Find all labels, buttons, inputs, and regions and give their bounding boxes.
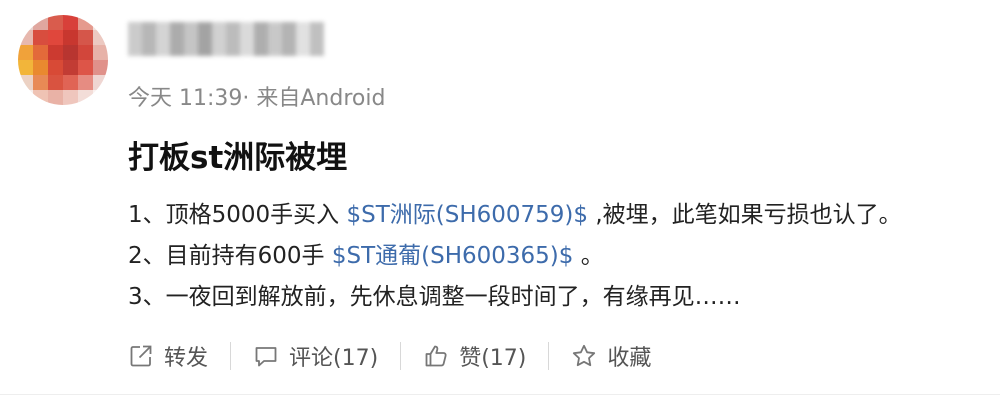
line-text: 3、一夜回到解放前，先休息调整一段时间了，有缘再见……	[128, 284, 741, 310]
thumbs-up-icon	[425, 345, 447, 367]
action-bar: 转发 评论(17) 赞(17) 收藏	[128, 336, 651, 376]
repost-label: 转发	[164, 346, 209, 371]
comment-icon	[255, 347, 277, 367]
divider	[548, 342, 550, 370]
favorite-button[interactable]: 收藏	[571, 340, 651, 372]
line-text: 1、顶格5000手买入	[128, 202, 347, 228]
divider	[230, 342, 232, 370]
line-text: 2、目前持有600手	[128, 243, 332, 269]
divider	[0, 394, 1000, 395]
post-line-3: 3、一夜回到解放前，先休息调整一段时间了，有缘再见……	[128, 277, 988, 318]
comment-button[interactable]: 评论(17)	[253, 340, 378, 372]
favorite-label: 收藏	[607, 346, 652, 371]
username-blurred[interactable]	[128, 22, 324, 56]
line-text: 。	[573, 243, 604, 269]
post-body: 1、顶格5000手买入 $ST洲际(SH600759)$ ,被埋，此笔如果亏损也…	[128, 195, 988, 318]
avatar[interactable]	[18, 15, 108, 105]
share-icon	[130, 345, 152, 367]
post-line-1: 1、顶格5000手买入 $ST洲际(SH600759)$ ,被埋，此笔如果亏损也…	[128, 195, 988, 236]
like-button[interactable]: 赞(17)	[423, 340, 526, 372]
repost-button[interactable]: 转发	[128, 340, 208, 372]
post-title: 打板st洲际被埋	[128, 140, 348, 176]
post-line-2: 2、目前持有600手 $ST通葡(SH600365)$ 。	[128, 236, 988, 277]
line-text: ,被埋，此笔如果亏损也认了。	[588, 202, 902, 228]
weibo-post: 今天 11:39· 来自Android 打板st洲际被埋 1、顶格5000手买入…	[0, 0, 1000, 400]
stock-link-zhouji[interactable]: $ST洲际(SH600759)$	[346, 202, 588, 228]
star-icon	[573, 344, 596, 367]
stock-link-tongpu[interactable]: $ST通葡(SH600365)$	[332, 243, 574, 269]
comment-label: 评论(17)	[289, 346, 379, 371]
like-label: 赞(17)	[459, 346, 527, 371]
post-meta: 今天 11:39· 来自Android	[128, 86, 386, 111]
divider	[400, 342, 402, 370]
